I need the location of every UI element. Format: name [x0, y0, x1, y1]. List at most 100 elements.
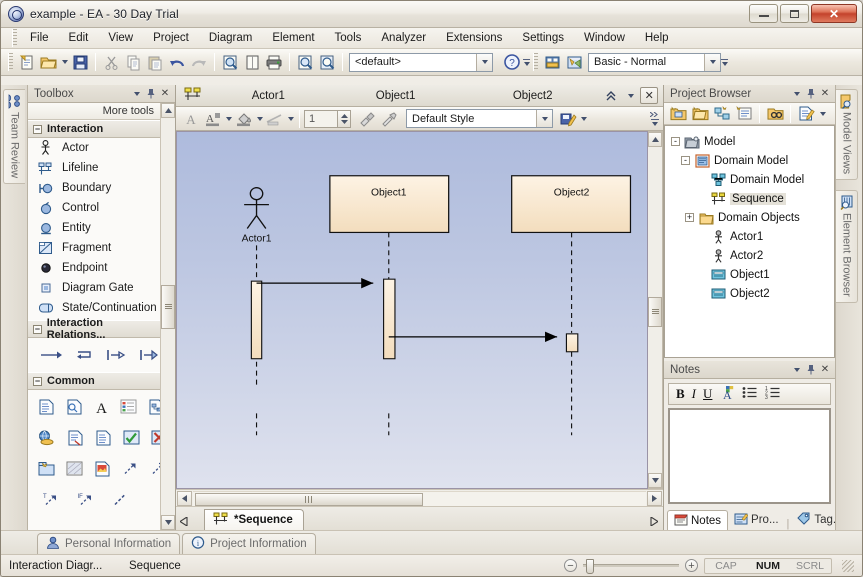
scroll-track[interactable] [161, 118, 175, 515]
package-icon[interactable] [38, 458, 55, 479]
search-project-icon[interactable] [316, 51, 338, 73]
note-icon[interactable] [38, 396, 55, 417]
open-dropdown-icon[interactable] [60, 51, 69, 73]
style-combo[interactable]: Default Style [406, 109, 553, 128]
tab-properties[interactable]: Pro... [728, 510, 784, 530]
perspective-combo[interactable]: <default> [349, 52, 493, 72]
collapse-icon[interactable]: − [33, 124, 42, 134]
tab-scroll-right-icon[interactable] [645, 517, 663, 530]
if-arrow-icon[interactable]: IF [73, 489, 97, 510]
hscroll-thumb[interactable] [195, 492, 423, 506]
menu-analyzer[interactable]: Analyzer [371, 30, 436, 46]
find-icon[interactable] [294, 51, 316, 73]
toolbox-scrollbar[interactable] [160, 103, 175, 530]
format-painter-icon[interactable] [356, 108, 378, 130]
toolbox-menu-icon[interactable] [130, 87, 144, 101]
save-style-dropdown-icon[interactable] [579, 108, 588, 130]
line-width-input[interactable]: 1 [304, 109, 338, 128]
tree-node-model[interactable]: - Model [669, 132, 834, 151]
toolbox-pin-icon[interactable] [144, 87, 158, 101]
message-endpoint-icon[interactable] [105, 344, 128, 365]
tree-node-object1[interactable]: Object1 [669, 265, 834, 284]
menu-extensions[interactable]: Extensions [436, 30, 512, 46]
tree-node-actor1[interactable]: Actor1 [669, 227, 834, 246]
zoom-page-icon[interactable] [219, 51, 241, 73]
toolbox-item-actor[interactable]: Actor [28, 138, 160, 158]
resize-grip[interactable] [842, 559, 854, 572]
page-icon[interactable] [241, 51, 263, 73]
line-style-icon[interactable] [264, 108, 286, 130]
note-link-icon[interactable] [66, 396, 83, 417]
scroll-thumb[interactable] [161, 284, 175, 329]
new-file-icon[interactable] [16, 51, 38, 73]
toolbox-group-interaction-relations[interactable]: − Interaction Relations... [28, 317, 160, 341]
new-element-icon[interactable] [734, 104, 754, 123]
close-icon[interactable]: ✕ [640, 87, 658, 104]
eyedropper-icon[interactable] [378, 108, 400, 130]
toolbar-overflow-icon[interactable] [523, 53, 530, 71]
project-browser-close-icon[interactable]: ✕ [818, 87, 832, 101]
document-icon[interactable] [95, 427, 112, 448]
trace-arrow-icon[interactable] [122, 458, 139, 479]
notes-menu-icon[interactable] [790, 363, 804, 377]
tree-node-domain-model-diagram[interactable]: Domain Model [669, 170, 834, 189]
checked-box-icon[interactable] [123, 427, 140, 448]
close-button[interactable]: ✕ [811, 4, 857, 23]
toolbox-item-diagram-gate[interactable]: Diagram Gate [28, 278, 160, 298]
document-tab-sequence[interactable]: *Sequence [204, 509, 304, 530]
project-browser-menu-icon[interactable] [790, 87, 804, 101]
scroll-down-button[interactable] [648, 473, 662, 488]
perspective-dropdown-icon[interactable] [476, 53, 492, 71]
menu-view[interactable]: View [98, 30, 143, 46]
line-icon[interactable] [108, 489, 132, 510]
italic-button[interactable]: I [692, 386, 696, 402]
style-dropdown-icon[interactable] [536, 110, 552, 127]
lifeline-object2[interactable]: Object2 [511, 175, 632, 436]
underline-button[interactable]: U [703, 386, 712, 402]
hatch-icon[interactable] [66, 458, 83, 479]
paste-icon[interactable] [144, 51, 166, 73]
tab-project-information[interactable]: i Project Information [182, 533, 316, 554]
fill-color-icon[interactable] [233, 108, 255, 130]
line-width-stepper[interactable] [338, 109, 351, 128]
image-icon[interactable] [94, 458, 111, 479]
menu-window[interactable]: Window [574, 30, 635, 46]
tree-node-domain-objects[interactable]: + Domain Objects [669, 208, 834, 227]
text-color-icon[interactable]: A [719, 385, 735, 403]
toolbox-item-lifeline[interactable]: Lifeline [28, 158, 160, 178]
menu-settings[interactable]: Settings [512, 30, 574, 46]
toolbox-item-endpoint[interactable]: Endpoint [28, 258, 160, 278]
collapse-icon[interactable]: - [681, 156, 690, 165]
scroll-track[interactable] [648, 147, 662, 473]
zoom-slider-thumb[interactable] [586, 559, 594, 574]
dropdown-icon[interactable] [818, 103, 827, 125]
toolbox-item-boundary[interactable]: Boundary [28, 178, 160, 198]
column-header-object2[interactable]: Object2 [464, 90, 601, 102]
open-folder-icon[interactable] [38, 51, 60, 73]
menu-help[interactable]: Help [635, 30, 679, 46]
font-style-dropdown-icon[interactable] [224, 108, 233, 130]
arrow-up-icon[interactable] [150, 458, 160, 479]
scroll-up-button[interactable] [648, 132, 662, 147]
project-browser-tree[interactable]: - Model - Domain Model Domain Model Sequ… [664, 125, 835, 358]
notes-textarea[interactable] [668, 408, 831, 504]
search-icon[interactable] [765, 104, 785, 123]
tree-node-domain-model-package[interactable]: - Domain Model [669, 151, 834, 170]
message-gate-icon[interactable] [138, 344, 161, 365]
delete-box-icon[interactable] [151, 427, 160, 448]
edit-notes-icon[interactable] [796, 104, 816, 123]
collapse-icon[interactable]: - [671, 137, 680, 146]
scroll-down-button[interactable] [161, 515, 175, 530]
line-style-dropdown-icon[interactable] [286, 108, 295, 130]
workspace-overflow-icon[interactable] [721, 53, 728, 71]
menu-project[interactable]: Project [143, 30, 199, 46]
print-icon[interactable] [263, 51, 285, 73]
collapse-icon[interactable]: − [33, 376, 42, 386]
lifeline-object1[interactable]: Object1 [329, 175, 450, 436]
bold-button[interactable]: B [676, 386, 685, 402]
scroll-thumb[interactable] [648, 296, 662, 327]
notes-pin-icon[interactable] [804, 363, 818, 377]
menu-tools[interactable]: Tools [325, 30, 372, 46]
cut-icon[interactable] [100, 51, 122, 73]
sidebar-item-model-views[interactable]: Model Views [836, 89, 858, 181]
